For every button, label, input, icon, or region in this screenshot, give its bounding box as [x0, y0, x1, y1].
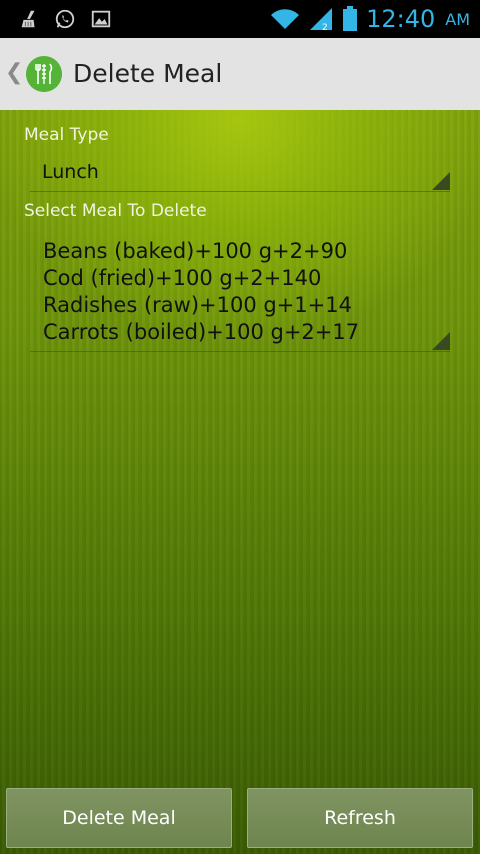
screen: 2 12:40 AM ❮ Delete Meal Meal Type Lunch…	[0, 0, 480, 854]
system-icons: 2 12:40 AM	[270, 4, 470, 34]
app-logo-icon[interactable]	[26, 56, 62, 92]
whatsapp-icon	[55, 9, 75, 29]
clock-time: 12:40	[366, 5, 436, 33]
spinner-dropdown-icon	[432, 172, 450, 190]
signal-icon: 2	[310, 8, 333, 32]
select-meal-label: Select Meal To Delete	[24, 201, 207, 221]
up-chevron-icon[interactable]: ❮	[5, 62, 23, 84]
refresh-button[interactable]: Refresh	[247, 788, 473, 848]
meal-list: Beans (baked)+100 g+2+90 Cod (fried)+100…	[43, 238, 359, 346]
wifi-icon	[271, 9, 300, 29]
meal-type-spinner[interactable]: Lunch	[30, 154, 450, 192]
content-area: Meal Type Lunch Select Meal To Delete Be…	[0, 110, 480, 854]
svg-text:2: 2	[322, 23, 328, 32]
meal-item: Radishes (raw)+100 g+1+14	[43, 293, 352, 317]
spinner-dropdown-icon	[432, 332, 450, 350]
cleaner-icon	[21, 10, 35, 28]
delete-meal-button[interactable]: Delete Meal	[6, 788, 232, 848]
meal-item: Cod (fried)+100 g+2+140	[43, 266, 322, 290]
meal-type-value: Lunch	[42, 161, 99, 183]
action-bar: ❮ Delete Meal	[0, 38, 480, 112]
meal-item: Beans (baked)+100 g+2+90	[43, 239, 348, 263]
meal-item: Carrots (boiled)+100 g+2+17	[43, 320, 360, 344]
meal-type-label: Meal Type	[24, 125, 109, 145]
notification-icons	[18, 7, 112, 31]
image-icon	[91, 10, 111, 28]
status-bar: 2 12:40 AM	[0, 0, 480, 38]
page-title: Delete Meal	[73, 59, 223, 88]
battery-icon	[343, 6, 358, 31]
meal-select-spinner[interactable]: Beans (baked)+100 g+2+90 Cod (fried)+100…	[30, 228, 450, 352]
clock-ampm: AM	[445, 9, 470, 29]
